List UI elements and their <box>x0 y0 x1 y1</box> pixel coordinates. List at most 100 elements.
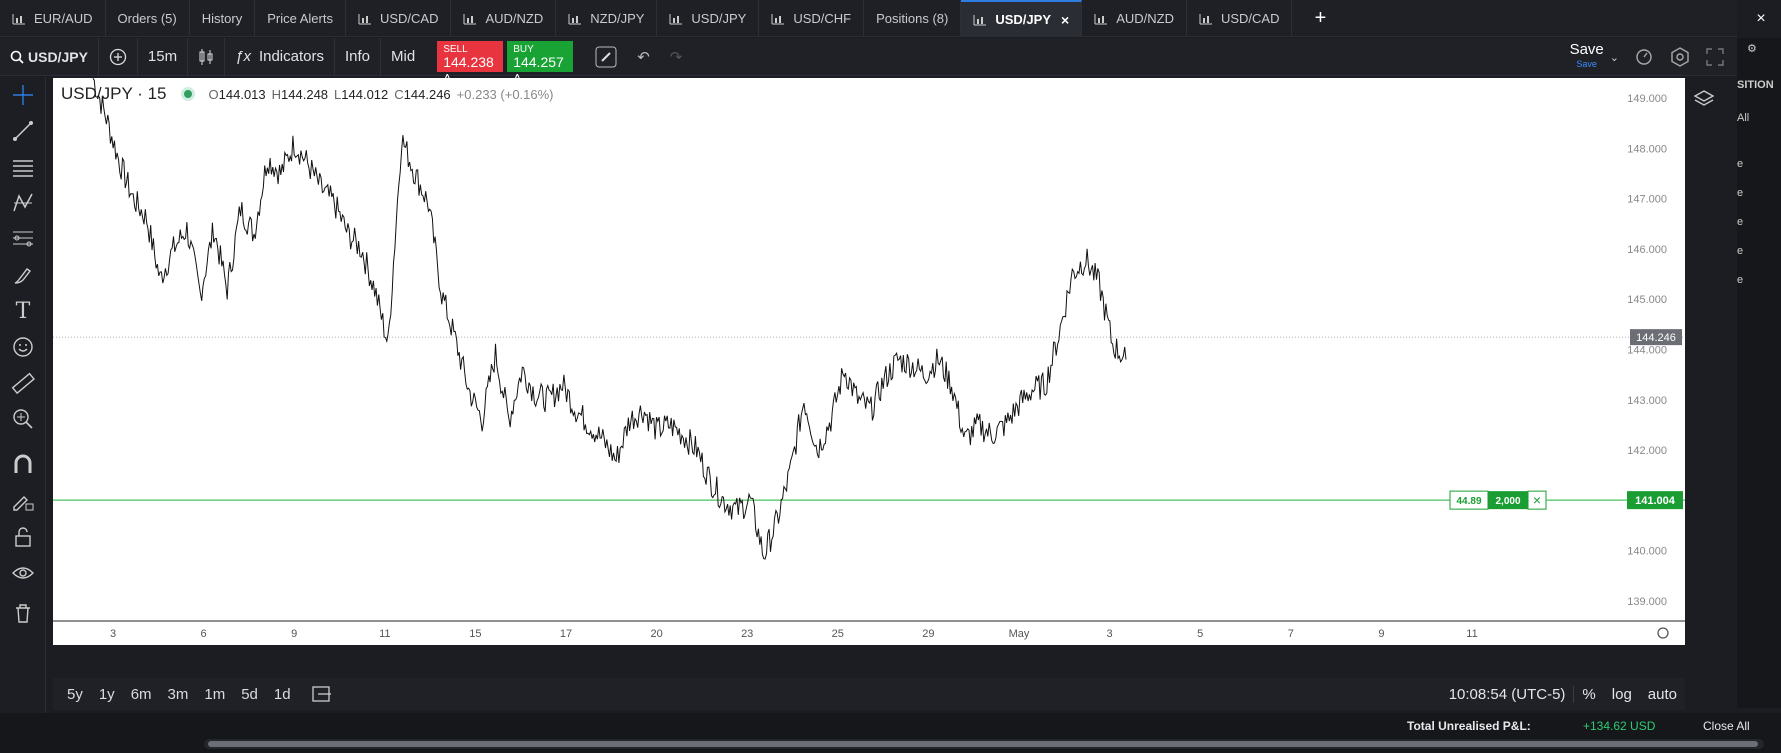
tab-2[interactable]: History <box>190 0 256 37</box>
symbol-search[interactable]: USD/JPY <box>0 37 99 76</box>
auto-toggle[interactable]: auto <box>1640 686 1685 703</box>
tab-1[interactable]: Orders (5) <box>106 0 190 37</box>
lock-drawing-tool[interactable] <box>0 483 46 519</box>
panel-row[interactable]: e <box>1737 245 1781 257</box>
range-bar: 5y 1y 6m 3m 1m 5d 1d 10:08:54 (UTC-5) % log au… <box>53 678 1685 710</box>
panel-all-tab[interactable]: All <box>1737 112 1781 124</box>
layers-button[interactable] <box>1693 88 1715 115</box>
settings-icon[interactable] <box>1669 46 1691 68</box>
tab-9[interactable]: Positions (8) <box>864 0 962 37</box>
chart-type-button[interactable] <box>188 37 226 76</box>
chart-icon <box>463 13 477 24</box>
tab-6[interactable]: NZD/JPY <box>556 0 658 37</box>
tab-5[interactable]: AUD/NZD <box>451 0 557 37</box>
info-button[interactable]: Info <box>335 37 382 76</box>
tab-3[interactable]: Price Alerts <box>255 0 346 37</box>
crosshair-icon <box>13 85 33 105</box>
panel-row[interactable]: e <box>1737 158 1781 170</box>
legend-high: H144.248 <box>272 87 328 102</box>
sell-button[interactable]: SELL 144.238 ˄ <box>437 41 504 85</box>
lock-tool[interactable] <box>0 519 46 555</box>
tab-12[interactable]: USD/CAD <box>1187 0 1293 37</box>
magnet-tool[interactable] <box>0 447 46 483</box>
fullscreen-icon[interactable] <box>1705 47 1725 67</box>
tab-4[interactable]: USD/CAD <box>346 0 452 37</box>
close-window-button[interactable]: × <box>1741 0 1781 37</box>
order-close-icon[interactable]: × <box>1533 492 1541 508</box>
panel-settings-icon[interactable]: ⚙ <box>1747 42 1781 55</box>
interval-button[interactable]: 15m <box>138 37 189 76</box>
fibonacci-icon <box>13 231 33 247</box>
price-chart[interactable]: 149.000 148.000 147.000 146.000 145.000 144.0… <box>53 78 1715 645</box>
delete-tool[interactable] <box>0 595 46 631</box>
y-tick-label: 142.000 <box>1627 445 1667 457</box>
pnl-value: +134.62 USD <box>1583 719 1656 733</box>
range-button-5y[interactable]: 5y <box>59 686 91 703</box>
tab-7[interactable]: USD/JPY <box>657 0 760 37</box>
alert-clock-icon[interactable] <box>1633 46 1655 68</box>
pnl-bar: Total Unrealised P&L: +134.62 USD Close … <box>0 713 1781 753</box>
brush-tool[interactable] <box>0 257 46 293</box>
text-tool[interactable]: T <box>0 293 46 329</box>
range-button-1d[interactable]: 1d <box>266 686 299 703</box>
buy-button[interactable]: BUY 144.257 ˄ <box>507 41 574 85</box>
trendline-tool[interactable] <box>0 113 46 149</box>
redo-icon: ↷ <box>669 48 683 66</box>
range-button-3m[interactable]: 3m <box>160 686 197 703</box>
eye-icon <box>12 567 34 579</box>
close-icon: × <box>1756 9 1766 27</box>
legend-open: O144.013 <box>209 87 266 102</box>
scrollbar-thumb[interactable] <box>208 741 1758 747</box>
compare-button[interactable] <box>99 37 138 76</box>
horizontal-scrollbar[interactable] <box>204 739 1764 749</box>
log-toggle[interactable]: log <box>1604 686 1640 703</box>
y-tick-label: 143.000 <box>1627 395 1667 407</box>
save-button[interactable]: Save Save <box>1570 42 1604 72</box>
order-qty-label: 2,000 <box>1495 496 1520 507</box>
indicators-button[interactable]: ƒx Indicators <box>225 37 335 76</box>
drawing-toggle[interactable] <box>585 38 627 76</box>
x-axis-band <box>53 621 1685 645</box>
visibility-tool[interactable] <box>0 555 46 591</box>
redo-button[interactable]: ↷ <box>660 38 693 76</box>
info-label: Info <box>345 48 371 65</box>
range-button-6m[interactable]: 6m <box>123 686 160 703</box>
chevron-down-icon[interactable]: ⌄ <box>1610 51 1619 64</box>
tab-label: NZD/JPY <box>590 11 645 26</box>
undo-button[interactable]: ↶ <box>627 38 660 76</box>
tab-11[interactable]: AUD/NZD <box>1082 0 1187 37</box>
close-all-button[interactable]: Close All <box>1703 719 1750 733</box>
panel-row[interactable]: e <box>1737 216 1781 228</box>
trash-icon <box>16 604 30 623</box>
range-button-5d[interactable]: 5d <box>233 686 266 703</box>
trendline-icon <box>13 121 33 141</box>
pattern-tool[interactable] <box>0 185 46 221</box>
tab-10[interactable]: USD/JPY × <box>961 0 1083 37</box>
range-button-1y[interactable]: 1y <box>91 686 123 703</box>
chart-canvas[interactable]: 149.000 148.000 147.000 146.000 145.000 144.0… <box>53 78 1685 645</box>
high-label: H <box>271 86 282 102</box>
tab-close-icon[interactable]: × <box>1061 12 1069 28</box>
ruler-tool[interactable] <box>0 365 46 401</box>
range-button-1m[interactable]: 1m <box>196 686 233 703</box>
emoji-tool[interactable] <box>0 329 46 365</box>
horizontal-lines-tool[interactable] <box>0 149 46 185</box>
zoom-tool[interactable] <box>0 401 46 437</box>
pattern-icon <box>13 193 33 212</box>
chart-icon <box>771 13 785 24</box>
tab-8[interactable]: USD/CHF <box>759 0 865 37</box>
y-tick-label: 145.000 <box>1627 294 1667 306</box>
mid-label: Mid <box>391 48 416 65</box>
goto-date-icon[interactable] <box>311 684 333 704</box>
panel-row[interactable]: e <box>1737 274 1781 286</box>
tab-0[interactable]: EUR/AUD <box>0 0 106 37</box>
panel-row[interactable]: e <box>1737 187 1781 199</box>
add-tab-button[interactable]: + <box>1292 0 1348 37</box>
crosshair-tool[interactable] <box>0 77 46 113</box>
text-icon: T <box>15 298 31 324</box>
percent-toggle[interactable]: % <box>1573 685 1603 703</box>
buy-price: 144.257 <box>513 54 564 70</box>
mid-button[interactable]: Mid <box>381 38 425 76</box>
tab-label: USD/CAD <box>379 11 439 26</box>
fib-tool[interactable] <box>0 221 46 257</box>
